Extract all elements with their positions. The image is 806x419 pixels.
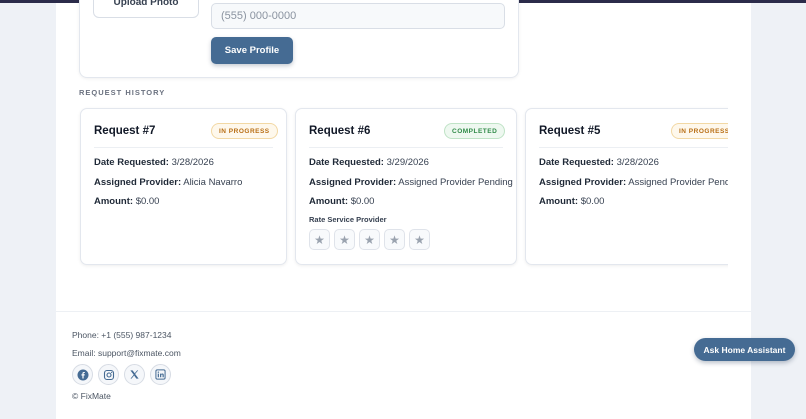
ask-home-assistant-button[interactable]: Ask Home Assistant (694, 338, 795, 361)
assigned-provider-label: Assigned Provider: (94, 177, 182, 188)
amount-value: $0.00 (135, 196, 160, 207)
assigned-provider-row: Assigned Provider: Alicia Navarro (94, 177, 242, 188)
request-title: Request #6 (309, 125, 371, 137)
request-card[interactable]: Request #7 IN PROGRESS Date Requested: 3… (80, 108, 287, 265)
card-divider (94, 147, 273, 148)
date-requested-row: Date Requested: 3/29/2026 (309, 157, 429, 168)
upload-photo-button[interactable]: Upload Photo (93, 0, 199, 18)
assigned-provider-label: Assigned Provider: (309, 177, 397, 188)
instagram-icon[interactable] (98, 364, 119, 385)
footer-email: Email: support@fixmate.com (72, 348, 181, 358)
request-title: Request #5 (539, 125, 601, 137)
amount-value: $0.00 (580, 196, 605, 207)
amount-row: Amount: $0.00 (94, 196, 159, 207)
card-divider (309, 147, 503, 148)
linkedin-icon[interactable] (150, 364, 171, 385)
amount-row: Amount: $0.00 (539, 196, 604, 207)
date-requested-label: Date Requested: (94, 157, 169, 168)
date-requested-label: Date Requested: (309, 157, 384, 168)
assigned-provider-row: Assigned Provider: Assigned Provider Pen… (539, 177, 728, 188)
request-history-list: Request #7 IN PROGRESS Date Requested: 3… (56, 100, 728, 272)
assigned-provider-value: Alicia Navarro (183, 177, 243, 188)
footer-phone: Phone: +1 (555) 987-1234 (72, 330, 172, 340)
amount-label: Amount: (539, 196, 579, 207)
amount-label: Amount: (94, 196, 134, 207)
star-2-icon[interactable]: ★ (334, 229, 355, 250)
amount-label: Amount: (309, 196, 349, 207)
star-5-icon[interactable]: ★ (409, 229, 430, 250)
assigned-provider-label: Assigned Provider: (539, 177, 627, 188)
date-requested-row: Date Requested: 3/28/2026 (94, 157, 214, 168)
request-history-title: REQUEST HISTORY (79, 88, 166, 97)
date-requested-value: 3/28/2026 (171, 157, 214, 168)
rate-provider-label: Rate Service Provider (309, 215, 387, 224)
card-divider (539, 147, 728, 148)
footer-copyright: © FixMate (72, 391, 111, 401)
date-requested-label: Date Requested: (539, 157, 614, 168)
date-requested-value: 3/28/2026 (616, 157, 659, 168)
request-title: Request #7 (94, 125, 156, 137)
request-card[interactable]: Request #5 IN PROGRESS Date Requested: 3… (525, 108, 728, 265)
date-requested-value: 3/29/2026 (386, 157, 429, 168)
assigned-provider-value: Assigned Provider Pendin (628, 177, 728, 188)
date-requested-row: Date Requested: 3/28/2026 (539, 157, 659, 168)
request-card[interactable]: Request #6 COMPLETED Date Requested: 3/2… (295, 108, 517, 265)
status-badge: IN PROGRESS (211, 123, 278, 139)
star-1-icon[interactable]: ★ (309, 229, 330, 250)
phone-input[interactable] (211, 3, 505, 29)
amount-value: $0.00 (350, 196, 375, 207)
social-links (72, 364, 171, 385)
star-rating: ★ ★ ★ ★ ★ (309, 229, 430, 250)
star-4-icon[interactable]: ★ (384, 229, 405, 250)
status-badge: COMPLETED (444, 123, 506, 139)
status-badge: IN PROGRESS (671, 123, 728, 139)
save-profile-button[interactable]: Save Profile (211, 37, 293, 64)
star-3-icon[interactable]: ★ (359, 229, 380, 250)
facebook-icon[interactable] (72, 364, 93, 385)
assigned-provider-value: Assigned Provider Pending (398, 177, 513, 188)
assigned-provider-row: Assigned Provider: Assigned Provider Pen… (309, 177, 513, 188)
footer-divider (56, 311, 751, 312)
amount-row: Amount: $0.00 (309, 196, 374, 207)
x-icon[interactable] (124, 364, 145, 385)
